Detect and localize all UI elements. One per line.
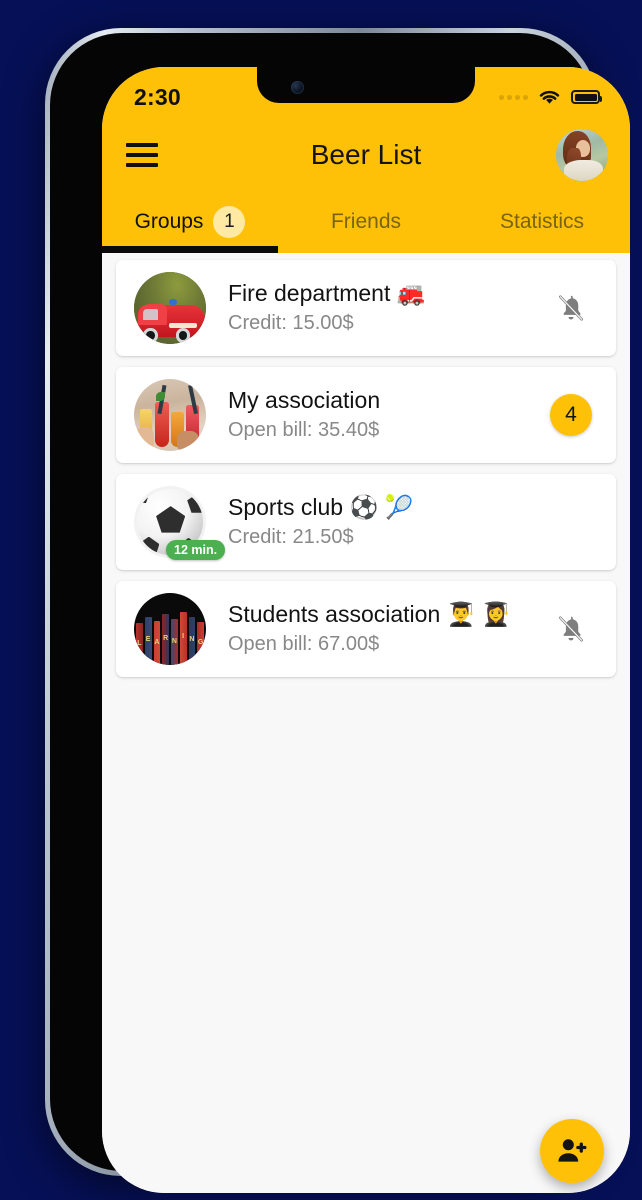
- book-spine: I: [179, 612, 187, 665]
- list-item-trailing[interactable]: [548, 292, 594, 324]
- active-tab-indicator: [102, 246, 278, 253]
- unread-count-badge[interactable]: 4: [550, 394, 592, 436]
- tab-statistics-label: Statistics: [499, 210, 585, 233]
- tab-groups-label: Groups: [134, 210, 204, 233]
- display-notch: [257, 67, 475, 103]
- book-spine: G: [197, 621, 204, 665]
- avatar-artwork: [556, 129, 608, 181]
- list-item[interactable]: LEARNING Students association 👨‍🎓 👩‍🎓 Op…: [116, 581, 616, 677]
- time-badge: 12 min.: [166, 540, 226, 560]
- tab-statistics[interactable]: Statistics: [454, 191, 630, 253]
- books-learning-photo: LEARNING: [134, 593, 206, 665]
- book-spine: L: [136, 623, 143, 665]
- tab-groups-badge: 1: [213, 206, 246, 238]
- tab-groups[interactable]: Groups 1: [102, 191, 278, 253]
- app-bar: Beer List: [102, 119, 630, 191]
- list-item-trailing[interactable]: [548, 613, 594, 645]
- hamburger-menu-icon[interactable]: [126, 143, 158, 167]
- list-item-trailing[interactable]: 4: [548, 394, 594, 436]
- bell-off-icon[interactable]: [556, 613, 586, 645]
- group-subtitle: Credit: 21.50$: [228, 525, 354, 548]
- tab-friends[interactable]: Friends: [278, 191, 454, 253]
- group-text: Students association 👨‍🎓 👩‍🎓 Open bill: …: [206, 600, 548, 657]
- group-subtitle: Open bill: 67.00$: [228, 632, 380, 655]
- group-text: My association Open bill: 35.40$: [206, 386, 548, 443]
- book-shelf: LEARNING: [134, 612, 206, 665]
- list-item[interactable]: My association Open bill: 35.40$ 4: [116, 367, 616, 463]
- cheers-drinks-photo: [134, 379, 206, 451]
- list-item[interactable]: Fire department 🚒 Credit: 15.00$: [116, 260, 616, 356]
- front-camera-icon: [291, 81, 304, 94]
- book-spine: A: [153, 621, 161, 665]
- status-indicators: [499, 88, 602, 106]
- group-avatar: [134, 272, 206, 344]
- group-subtitle: Open bill: 35.40$: [228, 418, 380, 441]
- battery-full-icon: [571, 90, 602, 104]
- phone-screen: 2:30 Beer List Groups 1 Friends Statisti…: [102, 67, 630, 1193]
- add-group-fab[interactable]: [540, 1119, 604, 1183]
- book-spine: E: [144, 616, 152, 665]
- page-title: Beer List: [310, 139, 422, 170]
- group-text: Fire department 🚒 Credit: 15.00$: [206, 279, 548, 336]
- tab-friends-label: Friends: [330, 210, 402, 233]
- group-title: Students association 👨‍🎓 👩‍🎓: [228, 601, 511, 628]
- screenshot-stage: 2:30 Beer List Groups 1 Friends Statisti…: [0, 0, 642, 1200]
- content-area: Fire department 🚒 Credit: 15.00$ My asso…: [102, 253, 630, 1193]
- fire-truck-photo: [134, 272, 206, 344]
- status-time: 2:30: [134, 83, 181, 110]
- avatar[interactable]: [556, 129, 608, 181]
- bell-off-icon[interactable]: [556, 292, 586, 324]
- phone-frame: 2:30 Beer List Groups 1 Friends Statisti…: [45, 28, 630, 1193]
- book-spine: N: [188, 617, 196, 665]
- list-item[interactable]: 12 min. Sports club ⚽ 🎾 Credit: 21.50$: [116, 474, 616, 570]
- book-spine: N: [171, 619, 178, 665]
- signal-dots-icon: [499, 94, 528, 100]
- group-text: Sports club ⚽ 🎾 Credit: 21.50$: [206, 493, 548, 550]
- group-avatar: LEARNING: [134, 593, 206, 665]
- tab-bar: Groups 1 Friends Statistics: [102, 191, 630, 253]
- group-subtitle: Credit: 15.00$: [228, 311, 354, 334]
- group-avatar: 12 min.: [134, 486, 226, 560]
- group-title: Sports club ⚽ 🎾: [228, 494, 414, 521]
- group-list: Fire department 🚒 Credit: 15.00$ My asso…: [102, 253, 630, 677]
- group-title: My association: [228, 387, 381, 414]
- book-spine: R: [162, 614, 169, 665]
- group-title: Fire department 🚒: [228, 280, 426, 307]
- group-avatar: [134, 379, 206, 451]
- person-add-icon: [558, 1139, 587, 1162]
- wifi-icon: [539, 90, 560, 104]
